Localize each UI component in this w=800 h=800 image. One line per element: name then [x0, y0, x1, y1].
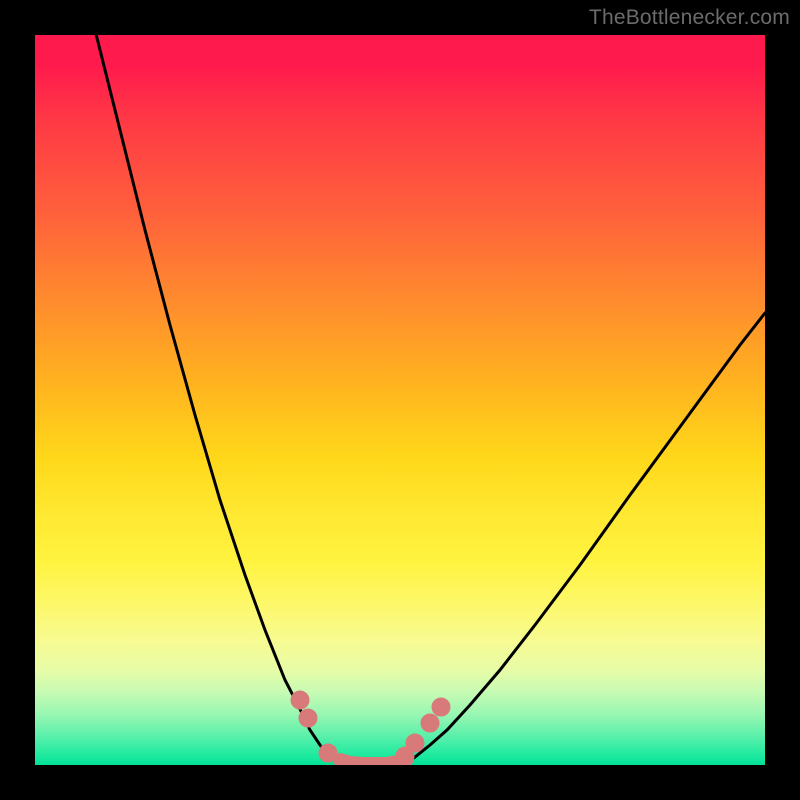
curve-dot	[319, 744, 337, 762]
curve-dot	[421, 714, 439, 732]
plot-area	[35, 35, 765, 765]
curve-dot	[291, 691, 309, 709]
chart-frame: TheBottlenecker.com	[0, 0, 800, 800]
curve-right	[405, 313, 765, 764]
curve-left	[95, 35, 345, 764]
chart-svg	[35, 35, 765, 765]
curve-dot	[432, 698, 450, 716]
watermark-text: TheBottlenecker.com	[589, 6, 790, 30]
curve-dots	[291, 691, 450, 765]
curve-dot	[406, 734, 424, 752]
curve-dot	[299, 709, 317, 727]
